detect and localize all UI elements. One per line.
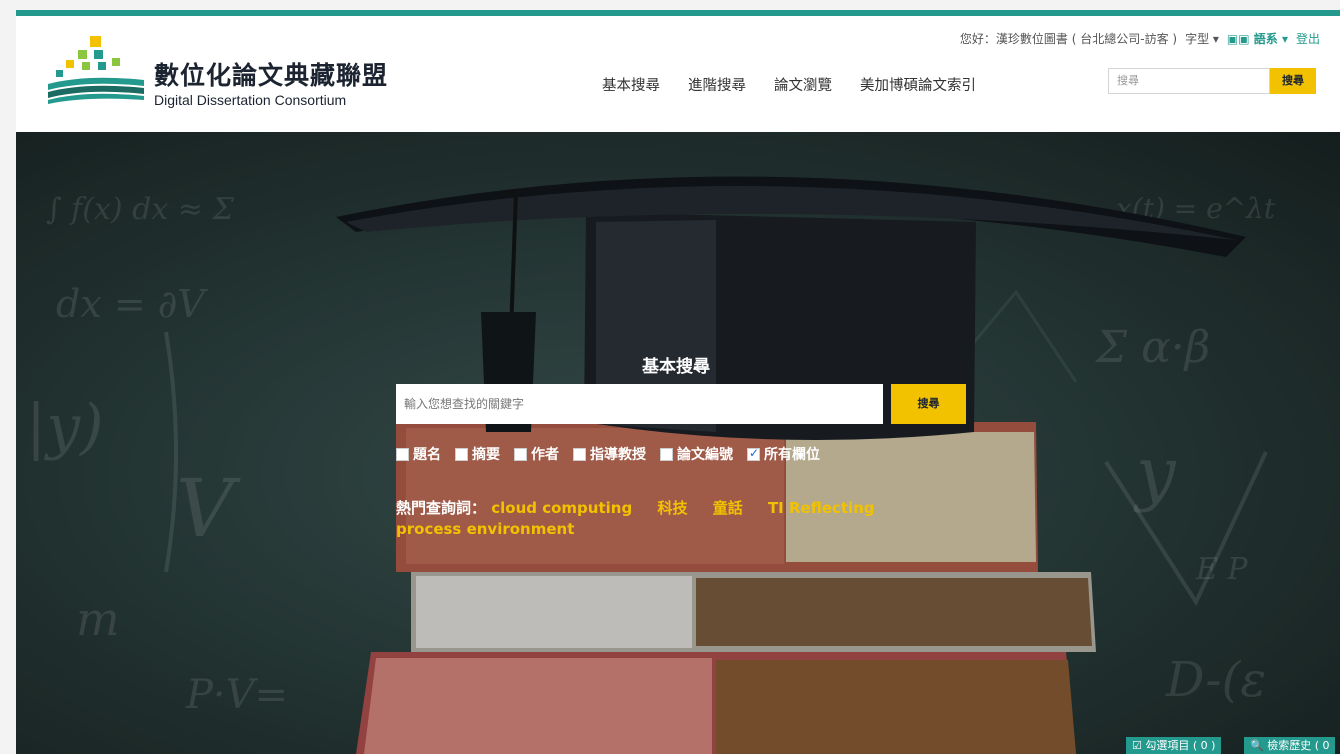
language-menu[interactable]: ▣▣ 語系 ▾ (1227, 30, 1288, 47)
top-accent-bar (16, 10, 1340, 16)
hot-term-link[interactable]: cloud computing (491, 499, 632, 517)
nav-pqdt-index[interactable]: 美加博碩論文索引 (860, 74, 976, 95)
filter-title-label: 題名 (413, 447, 441, 463)
user-greeting: 您好：漢珍數位圖書 ( 台北總公司-訪客 ) (959, 32, 1178, 46)
filter-all-fields-label: 所有欄位 (764, 447, 820, 463)
hero-search-button[interactable]: 搜尋 (891, 384, 966, 424)
search-history-button[interactable]: 🔍 檢索歷史 ( 0 (1244, 737, 1336, 754)
main-nav: 基本搜尋 進階搜尋 論文瀏覽 美加博碩論文索引 (602, 74, 976, 95)
filter-title-checkbox[interactable] (396, 447, 409, 461)
app-window: 數位化論文典藏聯盟 Digital Dissertation Consortiu… (16, 10, 1340, 754)
site-logo[interactable]: 數位化論文典藏聯盟 Digital Dissertation Consortiu… (46, 34, 446, 114)
logout-link[interactable]: 登出 (1296, 30, 1320, 47)
keyword-search-input[interactable]: 輸入您想查找的關鍵字 (396, 384, 883, 424)
hot-term-link[interactable]: 科技 (657, 499, 687, 517)
filter-title[interactable]: 題名 (396, 444, 441, 464)
filter-abstract[interactable]: 摘要 (455, 444, 500, 464)
header-search-input[interactable]: 搜尋 (1108, 68, 1270, 94)
filter-advisor-checkbox[interactable] (573, 447, 586, 461)
hero-banner: ∫ f(x) dx ≈ Σ dx = ∂V |y) V m P·V= x(t) … (16, 132, 1340, 754)
header-search-button[interactable]: 搜尋 (1270, 68, 1316, 94)
site-title: 數位化論文典藏聯盟 (154, 61, 389, 90)
hero-title: 基本搜尋 (642, 357, 710, 377)
language-icon: ▣▣ (1226, 32, 1250, 46)
search-field-filters: 題名 摘要 作者 指導教授 論文編號 所有欄位 (396, 444, 820, 464)
filter-author-checkbox[interactable] (514, 447, 527, 461)
filter-abstract-checkbox[interactable] (455, 447, 468, 461)
language-label: 語系 ▾ (1253, 32, 1288, 46)
logo-mark-icon (48, 36, 144, 104)
filter-advisor[interactable]: 指導教授 (573, 444, 646, 464)
filter-all-fields-checkbox[interactable] (747, 446, 760, 461)
filter-all-fields[interactable]: 所有欄位 (747, 444, 820, 464)
user-bar: 您好：漢珍數位圖書 ( 台北總公司-訪客 ) 字型 ▾ ▣▣ 語系 ▾ 登出 (960, 30, 1320, 47)
filter-thesis-number-checkbox[interactable] (660, 447, 673, 461)
filter-author-label: 作者 (531, 447, 559, 463)
nav-advanced-search[interactable]: 進階搜尋 (688, 74, 746, 95)
hero-overlay (16, 132, 1340, 754)
nav-browse[interactable]: 論文瀏覽 (774, 74, 832, 95)
filter-abstract-label: 摘要 (472, 447, 500, 463)
filter-advisor-label: 指導教授 (590, 447, 646, 463)
hot-keywords-label: 熱門查詢詞： (396, 499, 487, 517)
site-subtitle: Digital Dissertation Consortium (154, 92, 347, 108)
hot-term-link[interactable]: 童話 (713, 499, 743, 517)
filter-thesis-number[interactable]: 論文編號 (660, 444, 733, 464)
nav-basic-search[interactable]: 基本搜尋 (602, 74, 660, 95)
font-size-menu[interactable]: 字型 ▾ (1185, 30, 1219, 47)
hot-keywords: 熱門查詢詞： cloud computing 科技 童話 TI Reflecti… (396, 498, 916, 540)
filter-thesis-number-label: 論文編號 (677, 447, 733, 463)
filter-author[interactable]: 作者 (514, 444, 559, 464)
selected-items-button[interactable]: ☑ 勾選項目 ( 0 ) (1126, 737, 1222, 754)
